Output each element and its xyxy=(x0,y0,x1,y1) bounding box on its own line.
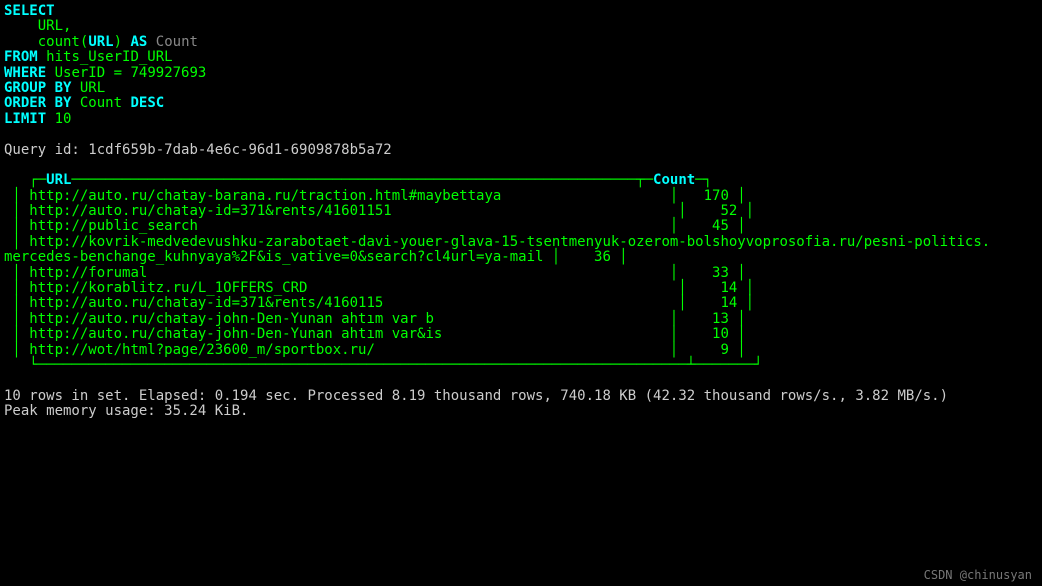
cell-count: 13 xyxy=(712,311,729,327)
col-url: URL xyxy=(38,18,63,34)
cell-url: http://auto.ru/chatay-john-Den-Yunan aht… xyxy=(29,311,434,327)
table-row: │ http://auto.ru/chatay-id=371&rents/416… xyxy=(4,203,754,219)
status-memory: Peak memory usage: 35.24 KiB. xyxy=(4,403,248,419)
cell-url: http://forumal xyxy=(29,265,147,281)
table-row-cont: mercedes-benchange_kuhnyaya%2F&is_vative… xyxy=(4,249,628,265)
terminal-output: SELECT URL, count(URL) AS Count FROM hit… xyxy=(0,0,1042,424)
groupby-col: URL xyxy=(80,80,105,96)
cell-url: http://public_search xyxy=(29,218,198,234)
cell-count: 9 xyxy=(720,342,728,358)
status-rows: 10 rows in set. xyxy=(4,388,130,404)
kw-desc: DESC xyxy=(130,95,164,111)
kw-orderby: ORDER BY xyxy=(4,95,71,111)
watermark: CSDN @chinusyan xyxy=(924,569,1032,582)
eq: = xyxy=(114,65,122,81)
table-row: │ http://auto.ru/chatay-barana.ru/tracti… xyxy=(4,188,746,204)
cell-url: http://wot/html?page/23600_m/sportbox.ru… xyxy=(29,342,375,358)
kw-select: SELECT xyxy=(4,3,55,19)
table-row: │ http://wot/html?page/23600_m/sportbox.… xyxy=(4,342,746,358)
cell-count: 170 xyxy=(704,188,729,204)
cell-url: http://auto.ru/chatay-id=371&rents/41601… xyxy=(29,203,391,219)
where-val: 749927693 xyxy=(130,65,206,81)
cell-count: 14 xyxy=(720,295,737,311)
col-header-count: Count xyxy=(653,172,695,188)
cell-url: http://auto.ru/chatay-john-Den-Yunan aht… xyxy=(29,326,442,342)
cell-count: 10 xyxy=(712,326,729,342)
kw-limit: LIMIT xyxy=(4,111,46,127)
query-id-label: Query id: xyxy=(4,142,80,158)
count-arg: URL xyxy=(88,34,113,50)
cell-count: 45 xyxy=(712,218,729,234)
table-name: hits_UserID_URL xyxy=(46,49,172,65)
cell-url: http://kovrik-medvedevushku-zarabotaet-d… xyxy=(29,234,990,250)
col-header-url: URL xyxy=(46,172,71,188)
alias-count: Count xyxy=(156,34,198,50)
cell-url: http://korablitz.ru/L_1OFFERS_CRD xyxy=(29,280,307,296)
rparen: ) xyxy=(114,34,122,50)
cell-url-cont: mercedes-benchange_kuhnyaya%2F&is_vative… xyxy=(4,249,543,265)
cell-count: 33 xyxy=(712,265,729,281)
table-header-line: ┌─URL───────────────────────────────────… xyxy=(4,172,712,188)
cell-count: 36 xyxy=(594,249,611,265)
table-footer-line: └───────────────────────────────────────… xyxy=(4,357,763,373)
kw-where: WHERE xyxy=(4,65,46,81)
table-row: │ http://public_search │ 45 │ xyxy=(4,218,746,234)
cell-url: http://auto.ru/chatay-barana.ru/traction… xyxy=(29,188,501,204)
table-row: │ http://auto.ru/chatay-john-Den-Yunan a… xyxy=(4,311,746,327)
table-row: │ http://auto.ru/chatay-id=371&rents/416… xyxy=(4,295,754,311)
orderby-col: Count xyxy=(80,95,122,111)
cell-url: http://auto.ru/chatay-id=371&rents/41601… xyxy=(29,295,383,311)
comma: , xyxy=(63,18,71,34)
where-col: UserID xyxy=(55,65,106,81)
query-id-value: 1cdf659b-7dab-4e6c-96d1-6909878b5a72 xyxy=(88,142,391,158)
table-row: │ http://forumal │ 33 │ xyxy=(4,265,746,281)
table-row: │ http://kovrik-medvedevushku-zarabotaet… xyxy=(4,234,990,250)
status-elapsed: Elapsed: 0.194 sec. Processed 8.19 thous… xyxy=(139,388,948,404)
table-row: │ http://auto.ru/chatay-john-Den-Yunan a… xyxy=(4,326,746,342)
cell-count: 52 xyxy=(720,203,737,219)
cell-count: 14 xyxy=(720,280,737,296)
limit-val: 10 xyxy=(55,111,72,127)
kw-from: FROM xyxy=(4,49,38,65)
table-row: │ http://korablitz.ru/L_1OFFERS_CRD │ 14… xyxy=(4,280,754,296)
kw-as: AS xyxy=(130,34,147,50)
kw-groupby: GROUP BY xyxy=(4,80,71,96)
fn-count: count xyxy=(38,34,80,50)
